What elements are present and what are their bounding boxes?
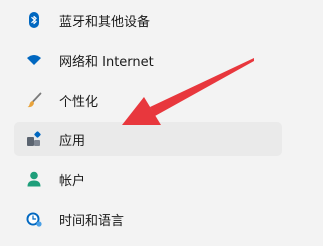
sidebar-item-network[interactable]: 网络和 Internet xyxy=(14,43,282,77)
apps-icon xyxy=(26,131,42,147)
sidebar-item-bluetooth[interactable]: 蓝牙和其他设备 xyxy=(14,3,282,37)
sidebar-item-apps[interactable]: 应用 xyxy=(14,122,282,156)
sidebar-item-personalization[interactable]: 个性化 xyxy=(14,83,282,117)
sidebar-item-label: 时间和语言 xyxy=(59,213,125,229)
sidebar-item-label: 网络和 Internet xyxy=(59,54,154,70)
sidebar-item-label: 帐户 xyxy=(59,173,86,189)
sidebar-item-accounts[interactable]: 帐户 xyxy=(14,162,282,196)
sidebar-item-time-language[interactable]: 时间和语言 xyxy=(14,202,282,236)
account-icon xyxy=(26,171,42,187)
wifi-icon xyxy=(26,52,42,68)
time-language-icon xyxy=(26,211,42,227)
brush-icon xyxy=(26,92,42,108)
sidebar-item-label: 蓝牙和其他设备 xyxy=(59,14,151,30)
bluetooth-icon xyxy=(26,12,42,28)
sidebar-item-label: 应用 xyxy=(59,133,86,149)
settings-sidebar: 蓝牙和其他设备 网络和 Internet 个性化 应用 帐户 时间和语言 xyxy=(0,0,323,246)
sidebar-item-label: 个性化 xyxy=(59,94,99,110)
